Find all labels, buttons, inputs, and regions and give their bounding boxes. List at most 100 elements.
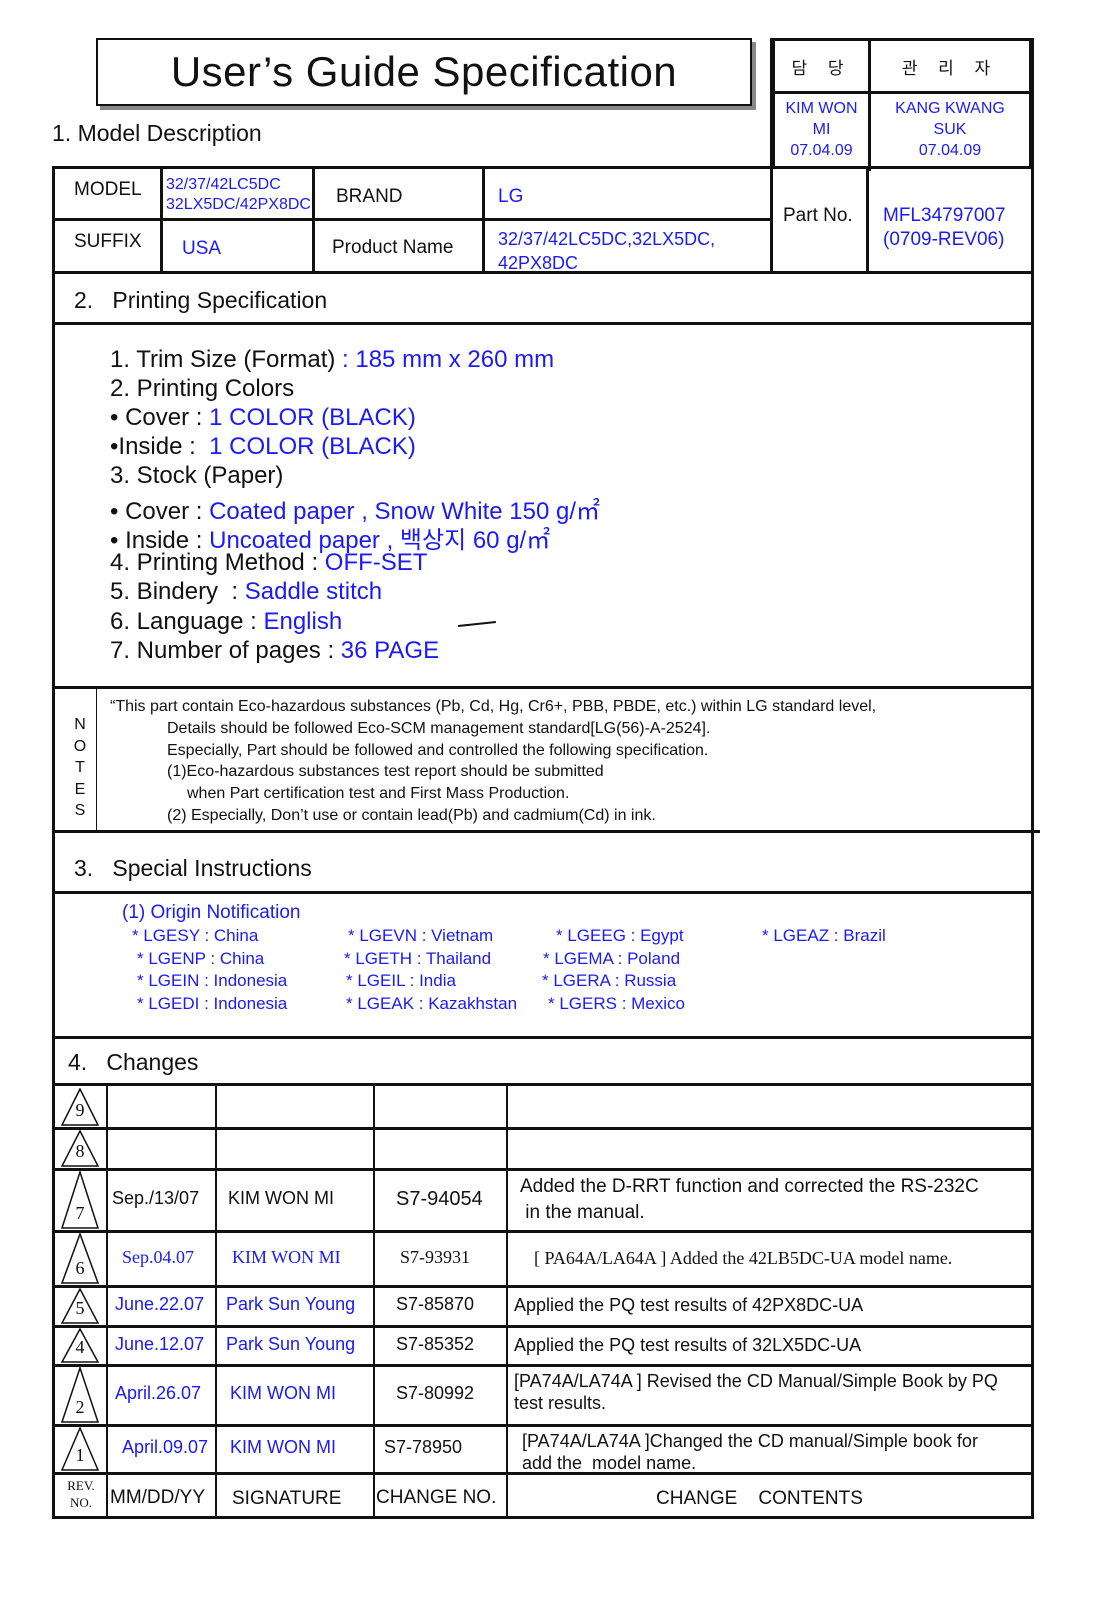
notes-side-label: NOTES: [70, 714, 90, 822]
pen-mark: [457, 621, 497, 627]
product-name-value: 32/37/42LC5DC,32LX5DC, 42PX8DC: [498, 227, 715, 275]
change-date: April.09.07: [122, 1437, 209, 1457]
origin-entry: * LGEAK : Kazakhstan: [346, 993, 518, 1013]
change-contents-line-1: Added the D-RRT function and corrected t…: [520, 1176, 979, 1197]
origin-entry: * LGETH : Thailand: [344, 948, 492, 968]
spec-line: 4. Printing Method : OFF-SET: [110, 549, 427, 577]
spec-line: • Cover : 1 COLOR (BLACK): [110, 404, 416, 432]
change-contents-line-2: test results.: [514, 1393, 607, 1413]
signoff-charge-date: 07.04.09: [790, 142, 853, 159]
change-number: S7-85870: [396, 1294, 475, 1314]
origin-entry: * LGERA : Russia: [542, 971, 677, 990]
signoff-box: 담 당 KIM WON MI 07.04.09 관 리 자 KANG KWANG…: [772, 38, 1032, 171]
note-line: (1)Eco-hazardous substances test report …: [167, 763, 604, 781]
change-contents: [PA74A/LA74A ] Revised the CD Manual/Sim…: [514, 1370, 998, 1414]
origin-entry: * LGEIL : India: [346, 971, 456, 990]
signoff-manager-name-1: KANG KWANG: [895, 100, 1005, 117]
revision-triangle-icon: 1: [60, 1427, 100, 1472]
note-line: (2) Especially, Don’t use or contain lea…: [167, 807, 656, 824]
change-number: S7-85352: [396, 1333, 475, 1354]
model-label: MODEL: [74, 179, 142, 200]
divider: [770, 38, 773, 273]
signoff-header-manager: 관 리 자: [871, 41, 1029, 94]
change-signature: KIM WON MI: [232, 1246, 341, 1267]
note-line: “This part contain Eco-hazardous substan…: [110, 698, 877, 715]
spec-label: 3. Stock (Paper): [110, 462, 284, 489]
change-contents: [ PA64A/LA64A ] Added the 42LB5DC-UA mod…: [534, 1247, 952, 1269]
suffix-label: SUFFIX: [74, 231, 142, 252]
spec-label: 1. Trim Size (Format): [110, 346, 336, 373]
spec-value: Saddle stitch: [244, 578, 383, 605]
model-value: 32/37/42LC5DC 32LX5DC/42PX8DC: [166, 175, 311, 215]
change-date: Sep.04.07: [122, 1246, 194, 1267]
change-date: April.26.07: [115, 1383, 202, 1403]
divider: [52, 1325, 1034, 1328]
origin-entry: * LGEIN : Indonesia: [137, 971, 288, 990]
suffix-value: USA: [182, 238, 222, 259]
divider: [160, 166, 163, 273]
divider: [482, 166, 485, 273]
notes-side-letter: O: [73, 737, 87, 755]
revision-number: 2: [75, 1397, 85, 1417]
frame-left: [52, 166, 55, 1518]
change-contents-line-2: add the model name.: [522, 1453, 697, 1473]
signoff-manager-value: KANG KWANG SUK 07.04.09: [871, 94, 1029, 161]
section-printing-spec: 2. Printing Specification: [74, 287, 328, 313]
spec-label: 6. Language :: [110, 608, 264, 635]
footer-rev-line-2: NO.: [69, 1495, 93, 1510]
section-special-instructions: 3. Special Instructions: [74, 855, 312, 881]
footer-date: MM/DD/YY: [110, 1487, 205, 1508]
change-contents-line-2: in the manual.: [520, 1202, 645, 1223]
model-value-line-1: 32/37/42LC5DC: [166, 176, 281, 193]
footer-contents: CHANGE CONTENTS: [656, 1488, 863, 1509]
divider: [52, 1472, 1034, 1475]
signoff-manager-date: 07.04.09: [918, 142, 982, 159]
change-signature: Park Sun Young: [226, 1333, 356, 1354]
origin-entry: * LGEMA : Poland: [543, 948, 681, 968]
part-no-value: MFL34797007 (0709-REV06): [883, 204, 1006, 252]
revision-number: 8: [75, 1141, 85, 1161]
revision-triangle-icon: 2: [60, 1367, 100, 1424]
divider: [52, 1036, 1034, 1039]
divider: [52, 166, 1034, 169]
change-signature: KIM WON MI: [230, 1383, 336, 1403]
revision-triangle-icon: 9: [60, 1088, 100, 1127]
change-contents-line-1: [ PA64A/LA64A ] Added the 42LB5DC-UA mod…: [534, 1247, 953, 1268]
spec-label: 2. Printing Colors: [110, 375, 295, 402]
brand-value: LG: [498, 186, 524, 207]
spec-label: • Cover :: [110, 404, 210, 431]
frame-bottom: [52, 1516, 1034, 1519]
notes-side-letter: S: [74, 802, 86, 819]
change-contents: [PA74A/LA74A ]Changed the CD manual/Simp…: [522, 1430, 978, 1474]
revision-number: 9: [75, 1100, 85, 1120]
divider: [52, 891, 1034, 894]
change-number: S7-93931: [400, 1246, 471, 1267]
divider: [52, 1364, 1034, 1367]
signoff-charge-name-2: MI: [812, 121, 831, 138]
origin-entry: * LGEAZ : Brazil: [762, 926, 886, 945]
change-contents-line-1: Applied the PQ test results of 32LX5DC-U…: [514, 1334, 862, 1355]
note-line: when Part certification test and First M…: [187, 785, 570, 803]
change-contents-line-1: [PA74A/LA74A ] Revised the CD Manual/Sim…: [514, 1371, 998, 1391]
spec-value: 1 COLOR (BLACK): [209, 404, 416, 431]
frame-right: [1031, 38, 1034, 1518]
divider: [106, 1085, 108, 1517]
spec-line: 6. Language : English: [110, 608, 342, 636]
signoff-manager-name-2: SUK: [933, 121, 967, 138]
divider: [52, 1285, 1034, 1288]
revision-number: 5: [75, 1298, 85, 1318]
spec-value: English: [263, 608, 343, 635]
product-name-line-2: 42PX8DC: [498, 253, 579, 273]
note-line: Details should be followed Eco-SCM manag…: [167, 719, 711, 737]
origin-entry: * LGERS : Mexico: [548, 993, 685, 1013]
divider: [52, 322, 1034, 325]
footer-rev-no: REV. NO.: [60, 1477, 102, 1511]
spec-value: 36 PAGE: [340, 637, 440, 664]
change-date: June.22.07: [115, 1294, 205, 1314]
revision-triangle-icon: 4: [60, 1328, 100, 1364]
signoff-header-charge: 담 당: [775, 41, 868, 94]
notes-side-letter: T: [75, 759, 85, 776]
origin-entry: * LGEVN : Vietnam: [348, 926, 494, 945]
spec-line: 7. Number of pages : 36 PAGE: [110, 637, 439, 665]
model-value-line-2: 32LX5DC/42PX8DC: [166, 196, 311, 213]
